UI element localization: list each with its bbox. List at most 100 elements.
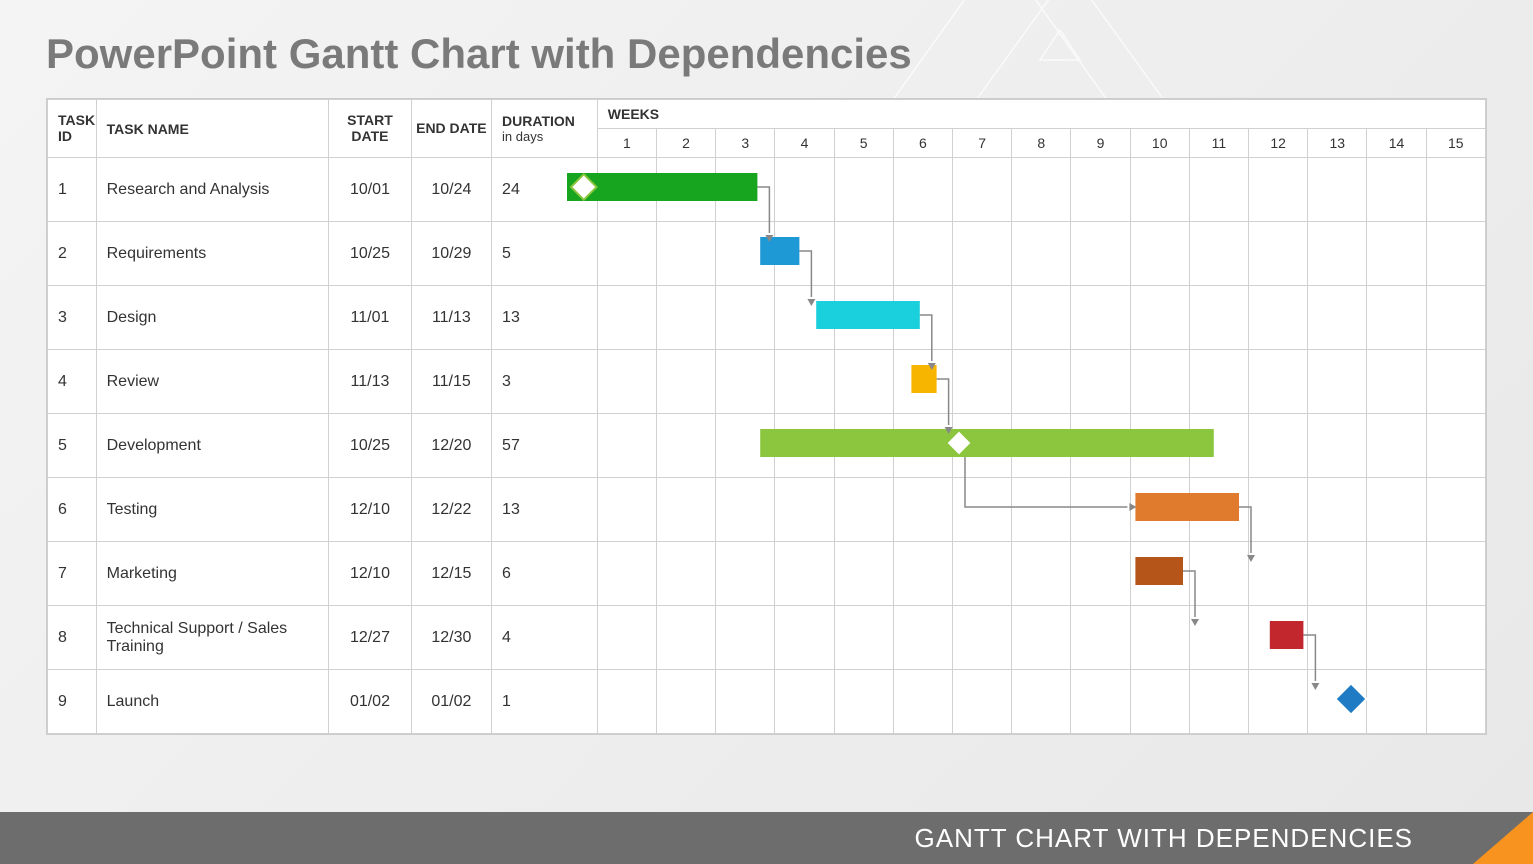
cell-week [1367, 606, 1426, 670]
cell-week [1308, 286, 1367, 350]
cell-week [656, 414, 715, 478]
cell-week [834, 222, 893, 286]
cell-week [893, 478, 952, 542]
cell-week [1249, 222, 1308, 286]
cell-week [893, 222, 952, 286]
cell-week [1426, 158, 1485, 222]
cell-week [1367, 670, 1426, 734]
cell-week [1367, 350, 1426, 414]
table-row: 9Launch01/0201/021 [48, 670, 1486, 734]
cell-week [1189, 606, 1248, 670]
cell-task-name: Launch [96, 670, 329, 734]
cell-week [656, 670, 715, 734]
table-row: 4Review11/1311/153 [48, 350, 1486, 414]
cell-week [597, 606, 656, 670]
header-week: 1 [597, 129, 656, 158]
cell-week [1308, 670, 1367, 734]
table-row: 7Marketing12/1012/156 [48, 542, 1486, 606]
gantt-table: TASK ID TASK NAME START DATE END DATE DU… [47, 99, 1486, 734]
header-week: 5 [834, 129, 893, 158]
cell-task-name: Requirements [96, 222, 329, 286]
cell-week [1130, 478, 1189, 542]
cell-week [1012, 286, 1071, 350]
page-title: PowerPoint Gantt Chart with Dependencies [0, 0, 1533, 98]
cell-week [1426, 670, 1485, 734]
footer-bar: GANTT CHART WITH DEPENDENCIES [0, 812, 1533, 864]
cell-week [893, 542, 952, 606]
cell-task-name: Review [96, 350, 329, 414]
cell-week [1426, 222, 1485, 286]
cell-week [834, 414, 893, 478]
cell-week [834, 670, 893, 734]
cell-start-date: 10/25 [329, 414, 411, 478]
cell-end-date: 12/20 [411, 414, 491, 478]
cell-task-name: Design [96, 286, 329, 350]
cell-week [952, 222, 1011, 286]
cell-end-date: 12/15 [411, 542, 491, 606]
header-week: 15 [1426, 129, 1485, 158]
cell-week [656, 478, 715, 542]
cell-week [1367, 414, 1426, 478]
cell-week [834, 350, 893, 414]
cell-week [1426, 606, 1485, 670]
cell-week [1071, 542, 1130, 606]
cell-week [716, 158, 775, 222]
cell-start-date: 11/13 [329, 350, 411, 414]
cell-start-date: 11/01 [329, 286, 411, 350]
cell-week [1130, 350, 1189, 414]
header-duration: DURATIONin days [492, 100, 598, 158]
cell-week [1130, 158, 1189, 222]
header-week: 2 [656, 129, 715, 158]
cell-task-id: 2 [48, 222, 97, 286]
cell-week [952, 158, 1011, 222]
cell-week [1249, 158, 1308, 222]
cell-week [1012, 158, 1071, 222]
cell-week [716, 670, 775, 734]
cell-start-date: 01/02 [329, 670, 411, 734]
cell-week [1189, 670, 1248, 734]
cell-week [597, 414, 656, 478]
cell-task-id: 1 [48, 158, 97, 222]
cell-end-date: 11/15 [411, 350, 491, 414]
cell-week [1249, 670, 1308, 734]
header-week: 11 [1189, 129, 1248, 158]
cell-week [1308, 542, 1367, 606]
cell-week [834, 542, 893, 606]
cell-end-date: 11/13 [411, 286, 491, 350]
cell-week [1071, 478, 1130, 542]
cell-week [775, 478, 834, 542]
cell-week [1071, 670, 1130, 734]
cell-week [1308, 414, 1367, 478]
cell-start-date: 12/27 [329, 606, 411, 670]
cell-week [1189, 158, 1248, 222]
cell-week [1012, 542, 1071, 606]
cell-week [775, 286, 834, 350]
cell-week [1012, 414, 1071, 478]
cell-week [1189, 414, 1248, 478]
cell-week [1367, 542, 1426, 606]
header-week: 7 [952, 129, 1011, 158]
gantt-chart: TASK ID TASK NAME START DATE END DATE DU… [46, 98, 1487, 735]
cell-start-date: 12/10 [329, 478, 411, 542]
table-row: 8Technical Support / Sales Training12/27… [48, 606, 1486, 670]
cell-week [1071, 222, 1130, 286]
cell-week [1249, 286, 1308, 350]
cell-week [1426, 414, 1485, 478]
cell-week [775, 606, 834, 670]
cell-task-name: Technical Support / Sales Training [96, 606, 329, 670]
cell-task-id: 7 [48, 542, 97, 606]
cell-week [893, 286, 952, 350]
table-row: 1Research and Analysis10/0110/2424 [48, 158, 1486, 222]
cell-start-date: 10/01 [329, 158, 411, 222]
cell-week [1249, 478, 1308, 542]
cell-duration: 5 [492, 222, 598, 286]
header-week: 13 [1308, 129, 1367, 158]
cell-week [1130, 542, 1189, 606]
cell-task-id: 4 [48, 350, 97, 414]
cell-duration: 1 [492, 670, 598, 734]
cell-week [716, 606, 775, 670]
cell-duration: 3 [492, 350, 598, 414]
cell-task-name: Testing [96, 478, 329, 542]
header-week: 14 [1367, 129, 1426, 158]
header-start-date: START DATE [329, 100, 411, 158]
